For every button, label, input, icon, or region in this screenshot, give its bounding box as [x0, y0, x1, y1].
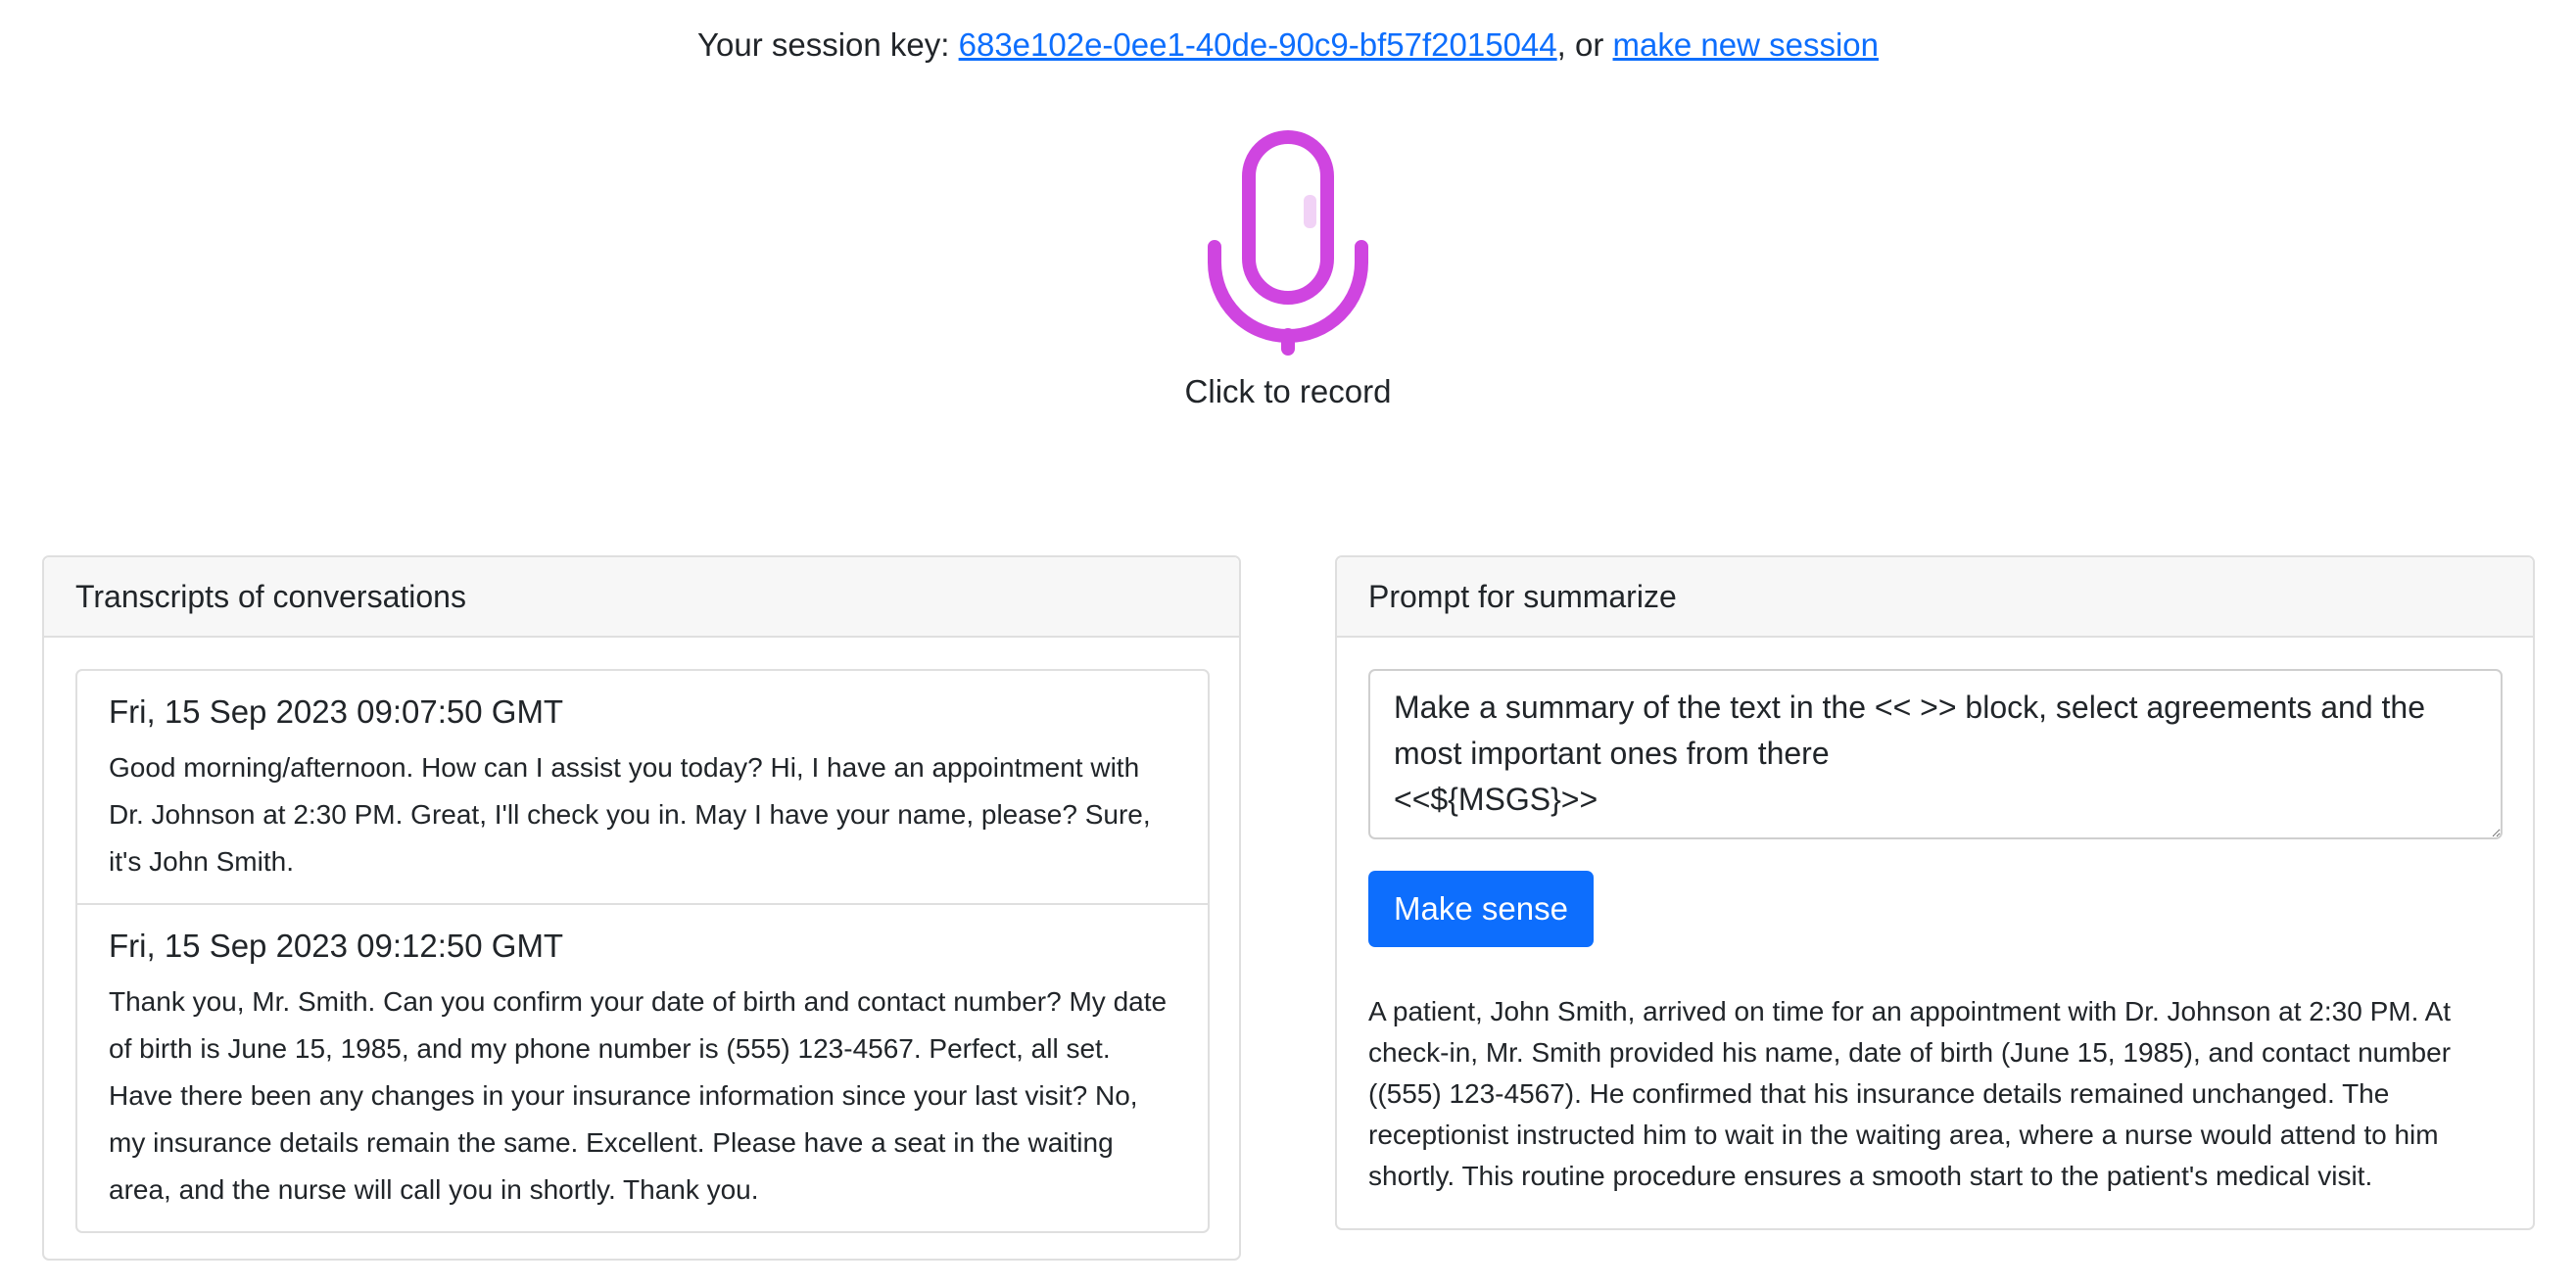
summary-result: A patient, John Smith, arrived on time f… [1368, 996, 2452, 1191]
record-button[interactable] [1190, 125, 1386, 357]
session-key-link[interactable]: 683e102e-0ee1-40de-90c9-bf57f2015044 [959, 26, 1557, 63]
transcript-list: Fri, 15 Sep 2023 09:07:50 GMT Good morni… [75, 669, 1210, 1233]
session-info: Your session key: 683e102e-0ee1-40de-90c… [0, 22, 2576, 69]
summarize-card: Prompt for summarize Make sense A patien… [1335, 555, 2535, 1230]
record-label: Click to record [1184, 373, 1392, 409]
session-separator: , or [1556, 26, 1613, 63]
transcript-item: Fri, 15 Sep 2023 09:07:50 GMT Good morni… [77, 671, 1208, 903]
transcript-date: Fri, 15 Sep 2023 09:07:50 GMT [109, 693, 564, 730]
transcript-text: Thank you, Mr. Smith. Can you confirm yo… [109, 986, 1168, 1205]
transcript-date: Fri, 15 Sep 2023 09:12:50 GMT [109, 928, 564, 964]
prompt-textarea[interactable] [1368, 669, 2503, 839]
transcripts-title: Transcripts of conversations [44, 557, 1239, 638]
make-sense-button[interactable]: Make sense [1368, 871, 1594, 947]
session-key-prefix: Your session key: [697, 26, 959, 63]
transcripts-card: Transcripts of conversations Fri, 15 Sep… [42, 555, 1241, 1261]
transcript-text: Good morning/afternoon. How can I assist… [109, 752, 1151, 877]
make-new-session-link[interactable]: make new session [1613, 26, 1879, 63]
summarize-title: Prompt for summarize [1337, 557, 2533, 638]
transcript-item: Fri, 15 Sep 2023 09:12:50 GMT Thank you,… [77, 903, 1208, 1231]
microphone-icon[interactable] [1205, 125, 1371, 357]
